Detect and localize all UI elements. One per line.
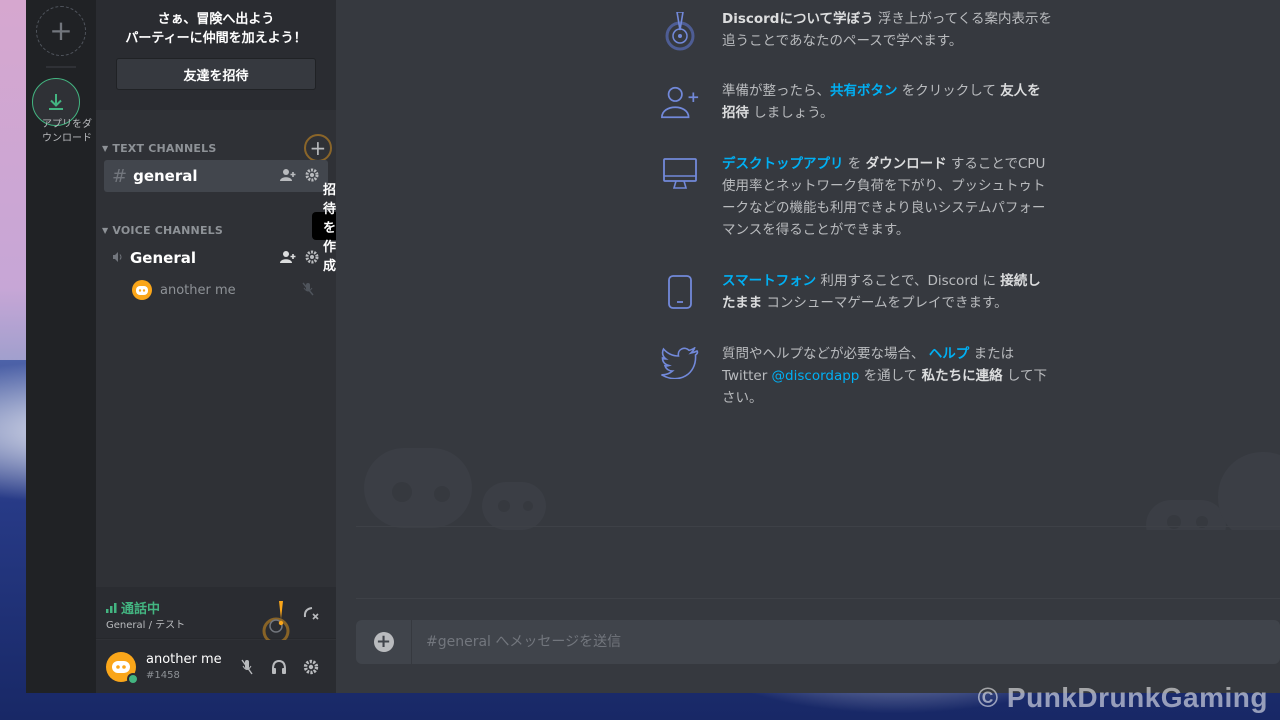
hash-icon: #	[112, 165, 128, 187]
quest-alert-icon[interactable]	[260, 599, 294, 645]
channel-general[interactable]: # general	[104, 160, 328, 192]
disconnect-icon[interactable]	[302, 605, 320, 625]
invite-friends-button[interactable]: 友達を招待	[116, 58, 316, 90]
gear-icon[interactable]	[302, 658, 320, 676]
mute-mic-icon[interactable]	[238, 658, 256, 676]
speaker-icon	[112, 249, 124, 267]
welcome-text-span: 私たちに連絡	[921, 368, 1003, 384]
welcome-text-span: コンシューマゲームをプレイできます。	[762, 295, 1008, 311]
welcome-text: スマートフォン 利用することで、Discord に 接続したまま コンシューマゲ…	[722, 270, 1052, 314]
welcome-link[interactable]: スマートフォン	[722, 273, 816, 289]
add-friend-icon	[660, 80, 700, 124]
voice-status: 通話中	[106, 598, 160, 617]
avatar[interactable]	[106, 652, 139, 685]
download-apps-label: アプリをダウンロード	[42, 119, 92, 144]
welcome-link[interactable]: ヘルプ	[929, 346, 970, 362]
avatar	[132, 280, 152, 300]
welcome-item-learn: Discordについて学ぼう 浮き上がってくる案内表示を追うことであなたのペース…	[660, 8, 1052, 52]
welcome-text-span: しましょう。	[749, 105, 834, 121]
guild-rail: + アプリをダウンロード	[26, 0, 96, 693]
category-label: VOICE CHANNELS	[112, 223, 223, 237]
user-tag: #1458	[146, 670, 180, 681]
add-server-button[interactable]: +	[36, 6, 86, 56]
invite-title-line1: さぁ、冒険へ出よう	[157, 12, 275, 27]
desktop-icon	[660, 153, 700, 241]
signal-icon	[106, 602, 117, 613]
welcome-link[interactable]: デスクトップアプリ	[722, 156, 844, 172]
invite-banner: さぁ、冒険へ出よう パーティーに仲間を加えよう！ 友達を招待	[96, 0, 336, 110]
welcome-text-span: を	[843, 156, 866, 172]
message-composer: +	[356, 620, 1280, 664]
discord-window: + アプリをダウンロード さぁ、冒険へ出よう パーティーに仲間を加えよう！ 友達…	[26, 0, 1280, 693]
upload-button[interactable]: +	[356, 620, 412, 664]
welcome-text-span: をクリックして	[897, 83, 1001, 99]
welcome-item-mobile: スマートフォン 利用することで、Discord に 接続したまま コンシューマゲ…	[660, 270, 1052, 314]
divider	[356, 598, 1280, 599]
welcome-text-span: を通して	[859, 368, 922, 384]
online-status-icon	[127, 673, 139, 685]
voice-user-name: another me	[160, 282, 236, 298]
username: another me	[146, 652, 222, 667]
invite-title: さぁ、冒険へ出よう パーティーに仲間を加えよう！	[96, 0, 336, 48]
category-label: TEXT CHANNELS	[112, 141, 217, 155]
user-panel: another me #1458	[96, 640, 336, 693]
channel-name: General	[130, 249, 196, 267]
voice-user[interactable]: another me	[132, 278, 322, 302]
voice-channel-label: General / テスト	[106, 620, 186, 631]
plus-icon: +	[49, 14, 73, 47]
gear-icon[interactable]	[304, 167, 320, 183]
welcome-link[interactable]: 共有ボタン	[830, 83, 898, 99]
voice-channel-general[interactable]: General	[104, 242, 328, 274]
welcome-text-span: 利用することで、Discord に	[816, 273, 1001, 289]
chat-area: Discordについて学ぼう 浮き上がってくる案内表示を追うことであなたのペース…	[336, 0, 1280, 693]
text-channels-category[interactable]: ▼ TEXT CHANNELS +	[102, 134, 332, 162]
welcome-text-span: Discordについて学ぼう	[722, 11, 874, 27]
welcome-item-help: 質問やヘルプなどが必要な場合、 ヘルプ または Twitter @discord…	[660, 343, 1052, 409]
create-channel-button[interactable]: +	[304, 134, 332, 162]
watermark: © PunkDrunkGaming	[977, 682, 1268, 713]
divider	[356, 526, 1280, 527]
welcome-link[interactable]: @discordapp	[772, 368, 860, 384]
welcome-text-span: 質問やヘルプなどが必要な場合、	[722, 346, 929, 362]
chevron-down-icon: ▼	[102, 225, 109, 235]
channel-sidebar: さぁ、冒険へ出よう パーティーに仲間を加えよう！ 友達を招待 ▼ TEXT CH…	[96, 0, 365, 693]
welcome-text: デスクトップアプリ を ダウンロード することでCPU使用率とネットワーク負荷を…	[722, 153, 1052, 241]
quest-icon	[660, 8, 700, 52]
headphones-icon[interactable]	[270, 658, 288, 676]
chevron-down-icon: ▼	[102, 143, 109, 153]
plus-circle-icon: +	[373, 632, 394, 652]
twitter-icon	[660, 343, 700, 409]
invite-title-line2: パーティーに仲間を加えよう！	[125, 31, 307, 46]
gear-icon[interactable]	[304, 249, 320, 265]
channel-name: general	[133, 167, 198, 185]
muted-mic-icon	[302, 282, 314, 300]
voice-status-text: 通話中	[121, 602, 161, 617]
create-invite-icon[interactable]	[280, 167, 296, 183]
download-icon	[49, 94, 63, 110]
smartphone-icon	[660, 270, 700, 314]
voice-channels-category[interactable]: ▼ VOICE CHANNELS	[102, 220, 330, 240]
welcome-text: Discordについて学ぼう 浮き上がってくる案内表示を追うことであなたのペース…	[722, 8, 1052, 52]
welcome-text: 準備が整ったら、共有ボタン をクリックして 友人を招待 しましょう。	[722, 80, 1052, 124]
welcome-text-span: ダウンロード	[865, 156, 947, 172]
empty-chat-illustration	[364, 448, 1280, 530]
welcome-text-span: 準備が整ったら、	[722, 83, 830, 99]
message-input[interactable]	[412, 620, 1280, 664]
voice-connection-panel: 通話中 General / テスト	[96, 587, 336, 645]
welcome-text: 質問やヘルプなどが必要な場合、 ヘルプ または Twitter @discord…	[722, 343, 1052, 409]
guild-separator	[46, 66, 76, 68]
create-invite-icon[interactable]	[280, 249, 296, 265]
welcome-item-desktop: デスクトップアプリ を ダウンロード することでCPU使用率とネットワーク負荷を…	[660, 153, 1052, 241]
welcome-item-invite: 準備が整ったら、共有ボタン をクリックして 友人を招待 しましょう。	[660, 80, 1052, 124]
